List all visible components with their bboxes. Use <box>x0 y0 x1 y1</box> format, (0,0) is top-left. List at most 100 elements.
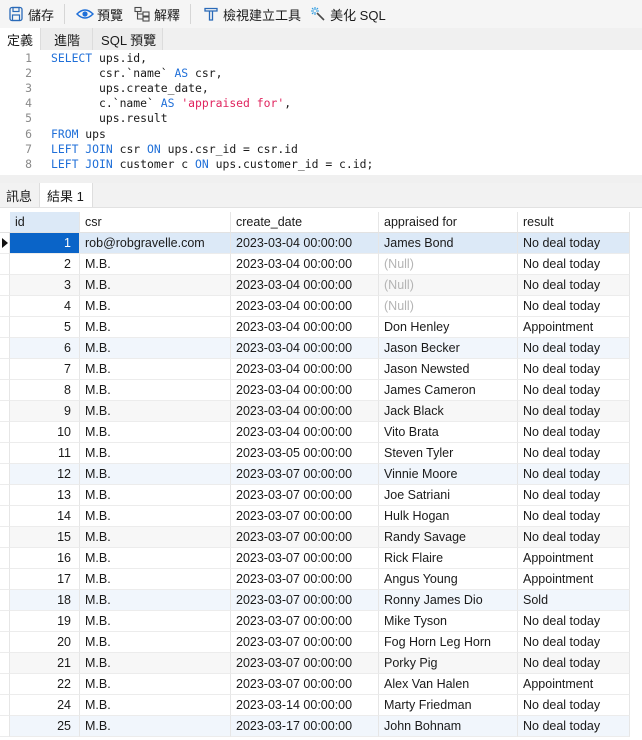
cell-appraised-for[interactable]: Steven Tyler <box>379 443 518 464</box>
cell-csr[interactable]: M.B. <box>80 296 231 317</box>
cell-create-date[interactable]: 2023-03-04 00:00:00 <box>231 338 379 359</box>
cell-create-date[interactable]: 2023-03-07 00:00:00 <box>231 506 379 527</box>
cell-create-date[interactable]: 2023-03-07 00:00:00 <box>231 590 379 611</box>
cell-csr[interactable]: M.B. <box>80 674 231 695</box>
explain-button[interactable]: 解釋 <box>130 2 183 26</box>
cell-create-date[interactable]: 2023-03-04 00:00:00 <box>231 254 379 275</box>
row-indicator[interactable] <box>0 653 10 674</box>
cell-appraised-for[interactable]: Marty Friedman <box>379 695 518 716</box>
table-row[interactable]: 22 M.B. 2023-03-07 00:00:00 Alex Van Halen A… <box>0 674 630 695</box>
table-row[interactable]: 8 M.B. 2023-03-04 00:00:00 James Cameron No … <box>0 380 630 401</box>
cell-csr[interactable]: M.B. <box>80 653 231 674</box>
cell-create-date[interactable]: 2023-03-17 00:00:00 <box>231 716 379 737</box>
cell-id[interactable]: 15 <box>10 527 80 548</box>
row-indicator[interactable] <box>0 695 10 716</box>
cell-id[interactable]: 14 <box>10 506 80 527</box>
sql-editor[interactable]: 1 SELECT ups.id, 2 csr.`name` AS csr, 3 ups… <box>0 50 642 175</box>
cell-create-date[interactable]: 2023-03-07 00:00:00 <box>231 611 379 632</box>
table-row[interactable]: 20 M.B. 2023-03-07 00:00:00 Fog Horn Leg Ho… <box>0 632 630 653</box>
cell-appraised-for[interactable]: Joe Satriani <box>379 485 518 506</box>
cell-create-date[interactable]: 2023-03-04 00:00:00 <box>231 317 379 338</box>
cell-create-date[interactable]: 2023-03-07 00:00:00 <box>231 674 379 695</box>
cell-create-date[interactable]: 2023-03-07 00:00:00 <box>231 632 379 653</box>
cell-create-date[interactable]: 2023-03-04 00:00:00 <box>231 233 379 254</box>
row-indicator[interactable] <box>0 296 10 317</box>
cell-id[interactable]: 20 <box>10 632 80 653</box>
cell-create-date[interactable]: 2023-03-04 00:00:00 <box>231 275 379 296</box>
cell-csr[interactable]: M.B. <box>80 443 231 464</box>
table-row[interactable]: 17 M.B. 2023-03-07 00:00:00 Angus Young Appo… <box>0 569 630 590</box>
cell-csr[interactable]: M.B. <box>80 275 231 296</box>
cell-id[interactable]: 9 <box>10 401 80 422</box>
cell-result[interactable]: No deal today <box>518 611 630 632</box>
cell-id[interactable]: 18 <box>10 590 80 611</box>
cell-create-date[interactable]: 2023-03-14 00:00:00 <box>231 695 379 716</box>
cell-appraised-for[interactable]: James Bond <box>379 233 518 254</box>
row-indicator[interactable] <box>0 443 10 464</box>
table-row[interactable]: 1 rob@robgravelle.com 2023-03-04 00:00:00 J… <box>0 233 630 254</box>
cell-id[interactable]: 22 <box>10 674 80 695</box>
cell-create-date[interactable]: 2023-03-07 00:00:00 <box>231 653 379 674</box>
table-row[interactable]: 12 M.B. 2023-03-07 00:00:00 Vinnie Moore No … <box>0 464 630 485</box>
cell-appraised-for[interactable]: Mike Tyson <box>379 611 518 632</box>
cell-create-date[interactable]: 2023-03-07 00:00:00 <box>231 527 379 548</box>
cell-id[interactable]: 4 <box>10 296 80 317</box>
cell-appraised-for[interactable]: Hulk Hogan <box>379 506 518 527</box>
table-row[interactable]: 13 M.B. 2023-03-07 00:00:00 Joe Satriani No … <box>0 485 630 506</box>
cell-id[interactable]: 17 <box>10 569 80 590</box>
cell-appraised-for[interactable]: Porky Pig <box>379 653 518 674</box>
cell-csr[interactable]: M.B. <box>80 632 231 653</box>
cell-result[interactable]: No deal today <box>518 506 630 527</box>
cell-result[interactable]: No deal today <box>518 338 630 359</box>
tab-definition[interactable]: 定義 <box>0 28 41 50</box>
cell-result[interactable]: No deal today <box>518 485 630 506</box>
row-indicator[interactable] <box>0 674 10 695</box>
cell-result[interactable]: No deal today <box>518 254 630 275</box>
cell-result[interactable]: Appointment <box>518 317 630 338</box>
table-row[interactable]: 14 M.B. 2023-03-07 00:00:00 Hulk Hogan No de… <box>0 506 630 527</box>
tab-sql-preview[interactable]: SQL 預覽 <box>92 28 164 50</box>
table-row[interactable]: 15 M.B. 2023-03-07 00:00:00 Randy Savage No … <box>0 527 630 548</box>
cell-csr[interactable]: M.B. <box>80 485 231 506</box>
cell-csr[interactable]: M.B. <box>80 611 231 632</box>
cell-id[interactable]: 6 <box>10 338 80 359</box>
cell-appraised-for[interactable]: (Null) <box>379 275 518 296</box>
cell-create-date[interactable]: 2023-03-05 00:00:00 <box>231 443 379 464</box>
cell-appraised-for[interactable]: Ronny James Dio <box>379 590 518 611</box>
cell-result[interactable]: No deal today <box>518 401 630 422</box>
cell-csr[interactable]: M.B. <box>80 422 231 443</box>
cell-id[interactable]: 3 <box>10 275 80 296</box>
cell-csr[interactable]: M.B. <box>80 380 231 401</box>
splitter[interactable] <box>0 175 642 183</box>
cell-csr[interactable]: M.B. <box>80 590 231 611</box>
cell-appraised-for[interactable]: Alex Van Halen <box>379 674 518 695</box>
cell-appraised-for[interactable]: Jack Black <box>379 401 518 422</box>
cell-csr[interactable]: M.B. <box>80 338 231 359</box>
row-indicator[interactable] <box>0 338 10 359</box>
cell-id[interactable]: 7 <box>10 359 80 380</box>
table-row[interactable]: 5 M.B. 2023-03-04 00:00:00 Don Henley Appoin… <box>0 317 630 338</box>
cell-result[interactable]: No deal today <box>518 653 630 674</box>
beautify-sql-button[interactable]: 美化 SQL <box>306 2 389 26</box>
cell-id[interactable]: 5 <box>10 317 80 338</box>
row-indicator[interactable] <box>0 464 10 485</box>
cell-csr[interactable]: M.B. <box>80 527 231 548</box>
cell-result[interactable]: Appointment <box>518 569 630 590</box>
cell-id[interactable]: 21 <box>10 653 80 674</box>
table-row[interactable]: 3 M.B. 2023-03-04 00:00:00 (Null) No deal to… <box>0 275 630 296</box>
table-row[interactable]: 21 M.B. 2023-03-07 00:00:00 Porky Pig No dea… <box>0 653 630 674</box>
cell-result[interactable]: No deal today <box>518 695 630 716</box>
column-header-create-date[interactable]: create_date <box>231 212 379 233</box>
cell-id[interactable]: 24 <box>10 695 80 716</box>
cell-result[interactable]: Appointment <box>518 674 630 695</box>
cell-appraised-for[interactable]: Angus Young <box>379 569 518 590</box>
cell-id[interactable]: 25 <box>10 716 80 737</box>
row-indicator[interactable] <box>0 233 10 254</box>
table-row[interactable]: 25 M.B. 2023-03-17 00:00:00 John Bohnam No d… <box>0 716 630 737</box>
row-indicator[interactable] <box>0 569 10 590</box>
table-row[interactable]: 18 M.B. 2023-03-07 00:00:00 Ronny James Dio… <box>0 590 630 611</box>
cell-result[interactable]: No deal today <box>518 422 630 443</box>
row-indicator[interactable] <box>0 548 10 569</box>
cell-csr[interactable]: rob@robgravelle.com <box>80 233 231 254</box>
cell-id[interactable]: 1 <box>10 233 80 254</box>
